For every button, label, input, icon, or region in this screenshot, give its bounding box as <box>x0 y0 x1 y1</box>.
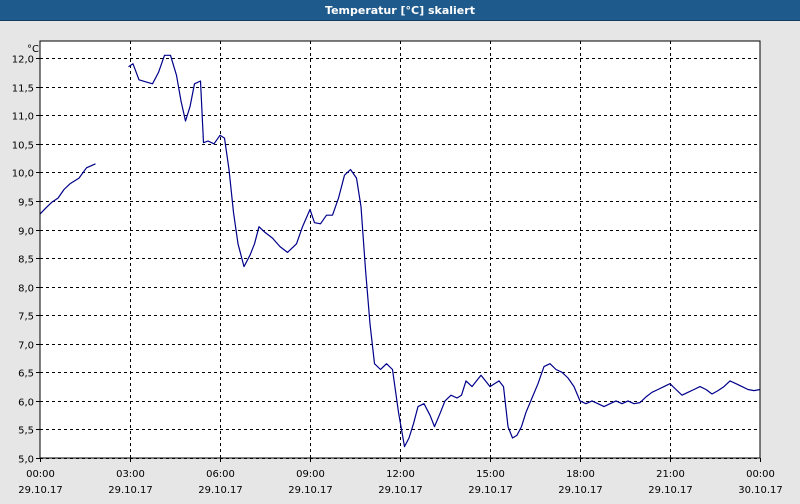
x-tick-date-label: 30.10.17 <box>738 485 783 496</box>
y-tick-label: 12,0 <box>12 55 34 66</box>
temperature-chart: 5,0 5,5 6,0 6,5 7,0 7,5 8,0 8,5 9,0 9,5 10,0 10,5 11… <box>12 40 783 496</box>
x-tick-time-label: 12:00 <box>386 469 415 480</box>
y-tick-label: 8,0 <box>18 284 34 295</box>
x-tick-date-label: 29.10.17 <box>468 485 513 496</box>
y-tick-label: 6,0 <box>18 398 34 409</box>
chart-area: 5,0 5,5 6,0 6,5 7,0 7,5 8,0 8,5 9,0 9,5 10,0 10,5 11… <box>0 21 800 500</box>
x-tick-date-label: 29.10.17 <box>648 485 693 496</box>
x-tick-time-label: 00:00 <box>26 469 55 480</box>
chart-title: Temperatur [°C] skaliert <box>0 0 800 21</box>
y-tick-label: 11,5 <box>12 84 34 95</box>
y-tick-label: 10,0 <box>12 169 34 180</box>
y-tick-label: 9,0 <box>18 227 34 238</box>
y-tick-label: 11,0 <box>12 112 34 123</box>
x-tick-time-label: 18:00 <box>566 469 595 480</box>
y-tick-label: 7,0 <box>18 341 34 352</box>
y-tick-label: 8,5 <box>18 255 34 266</box>
x-tick-time-label: 21:00 <box>656 469 685 480</box>
x-axis: 00:00 29.10.17 03:00 29.10.17 06:00 29.10.17 0… <box>18 458 783 496</box>
y-tick-label: 7,5 <box>18 312 34 323</box>
y-tick-label: 6,5 <box>18 369 34 380</box>
y-axis: 5,0 5,5 6,0 6,5 7,0 7,5 8,0 8,5 9,0 9,5 10,0 10,5 11… <box>12 55 40 466</box>
x-tick-time-label: 15:00 <box>476 469 505 480</box>
x-tick-time-label: 03:00 <box>116 469 145 480</box>
x-tick-date-label: 29.10.17 <box>18 485 63 496</box>
y-tick-label: 5,5 <box>18 426 34 437</box>
x-tick-time-label: 06:00 <box>206 469 235 480</box>
y-axis-unit-label: °C <box>27 44 39 55</box>
x-tick-time-label: 09:00 <box>296 469 325 480</box>
x-tick-date-label: 29.10.17 <box>558 485 603 496</box>
x-tick-date-label: 29.10.17 <box>288 485 333 496</box>
x-tick-date-label: 29.10.17 <box>198 485 243 496</box>
y-tick-label: 5,0 <box>18 455 34 466</box>
y-tick-label: 10,5 <box>12 141 34 152</box>
x-tick-date-label: 29.10.17 <box>378 485 423 496</box>
x-tick-time-label: 00:00 <box>746 469 775 480</box>
x-tick-date-label: 29.10.17 <box>108 485 153 496</box>
y-tick-label: 9,5 <box>18 198 34 209</box>
